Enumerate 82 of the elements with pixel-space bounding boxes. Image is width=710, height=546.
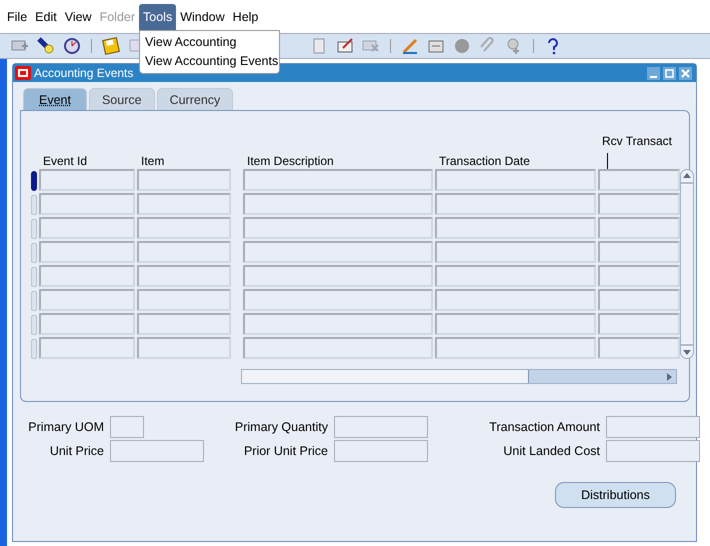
pencil-icon[interactable] [400, 36, 420, 56]
table-cell[interactable] [39, 337, 135, 359]
menu-item[interactable]: Edit [31, 4, 61, 30]
menu-option[interactable]: View Accounting Events [140, 52, 280, 71]
table-cell[interactable] [243, 217, 433, 239]
table-cell[interactable] [435, 337, 596, 359]
table-cell[interactable] [137, 217, 231, 239]
menu-item[interactable]: File [3, 4, 32, 30]
input-field[interactable] [334, 416, 428, 438]
input-field[interactable] [606, 416, 700, 438]
input-field[interactable] [110, 440, 204, 462]
table-cell[interactable] [39, 265, 135, 287]
table-cell[interactable] [435, 169, 596, 191]
input-field[interactable] [110, 416, 144, 438]
table-cell[interactable] [435, 241, 596, 263]
field-label: Unit Price [48, 444, 104, 458]
close-button[interactable] [679, 66, 692, 80]
vertical-scrollbar[interactable] [680, 169, 694, 359]
table-cell[interactable] [137, 337, 231, 359]
tab[interactable]: Source [88, 88, 155, 110]
table-cell[interactable] [435, 193, 596, 215]
column-header: Item [141, 153, 166, 169]
field-label: Primary Quantity [234, 420, 328, 434]
table-cell[interactable] [243, 313, 433, 335]
menu-item[interactable]: Help [228, 4, 262, 30]
table-cell[interactable] [243, 193, 433, 215]
input-field[interactable] [606, 440, 700, 462]
column-header: Transaction Date [439, 153, 531, 169]
table-cell[interactable] [598, 241, 680, 263]
column-header: Item Description [247, 153, 335, 169]
field-label: Unit Landed Cost [502, 444, 600, 458]
row-indicator[interactable] [31, 171, 37, 191]
table-cell[interactable] [39, 193, 135, 215]
field-label: Transaction Amount [488, 420, 600, 434]
table-cell[interactable] [243, 241, 433, 263]
table-cell[interactable] [598, 193, 680, 215]
table-cell[interactable] [39, 289, 135, 311]
table-cell[interactable] [435, 313, 596, 335]
table-cell[interactable] [598, 313, 680, 335]
table-cell[interactable] [243, 265, 433, 287]
table-cell[interactable] [39, 241, 135, 263]
window-title: Accounting Events [34, 66, 134, 80]
logo-icon [15, 66, 31, 80]
sphere-icon[interactable] [452, 36, 472, 56]
table-cell[interactable] [137, 265, 231, 287]
table-cell[interactable] [137, 289, 231, 311]
table-cell[interactable] [598, 265, 680, 287]
horizontal-scrollbar[interactable] [241, 369, 677, 384]
table-cell[interactable] [39, 217, 135, 239]
table-cell[interactable] [39, 169, 135, 191]
table-cell[interactable] [435, 289, 596, 311]
tab[interactable]: Currency [156, 88, 234, 110]
table-cell[interactable] [137, 241, 231, 263]
menu-item[interactable]: Window [176, 4, 229, 30]
table-cell[interactable] [137, 313, 231, 335]
table-cell[interactable] [137, 193, 231, 215]
field-label: Primary UOM [27, 420, 104, 434]
table-cell[interactable] [598, 217, 680, 239]
clock-icon[interactable] [62, 36, 82, 56]
table-cell[interactable] [598, 337, 680, 359]
table-cell[interactable] [243, 289, 433, 311]
menu-option[interactable]: View Accounting [140, 33, 280, 52]
menu-item[interactable]: View [60, 4, 96, 30]
tab[interactable]: Event [23, 88, 87, 110]
table-cell[interactable] [39, 313, 135, 335]
table-cell[interactable] [435, 217, 596, 239]
input-field[interactable] [334, 440, 428, 462]
column-divider [607, 153, 608, 169]
column-header: Rcv Transact [602, 133, 674, 149]
flashlight-icon[interactable] [36, 36, 56, 56]
field-label: Prior Unit Price [242, 444, 328, 458]
table-cell[interactable] [435, 265, 596, 287]
table-cell[interactable] [598, 289, 680, 311]
table-cell[interactable] [243, 337, 433, 359]
minimize-button[interactable] [647, 66, 660, 80]
table-cell[interactable] [137, 169, 231, 191]
column-header: Event Id [43, 153, 88, 169]
save-icon[interactable] [101, 36, 121, 56]
table-cell[interactable] [243, 169, 433, 191]
table-cell[interactable] [598, 169, 680, 191]
distributions-button[interactable]: Distributions [555, 482, 676, 508]
maximize-button[interactable] [663, 66, 676, 80]
